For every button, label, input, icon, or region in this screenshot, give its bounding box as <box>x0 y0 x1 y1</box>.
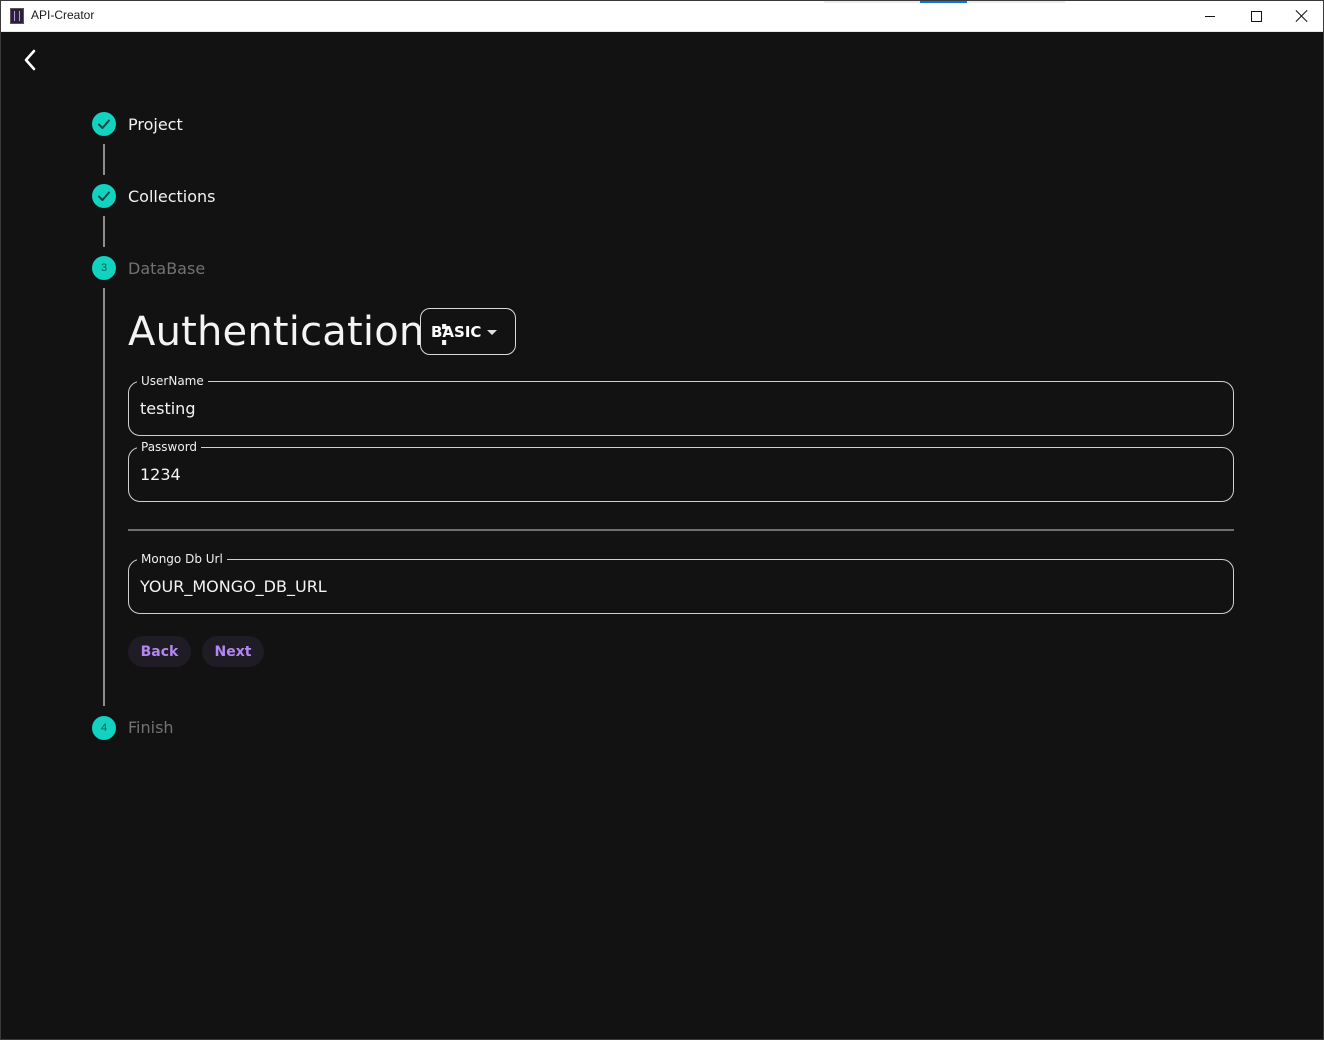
next-button[interactable]: Next <box>202 636 264 667</box>
auth-type-dropdown[interactable]: BASIC <box>420 308 516 355</box>
check-icon <box>98 191 110 201</box>
step-4-indicator[interactable]: 4 <box>92 716 116 740</box>
auth-type-value: BASIC <box>431 322 482 341</box>
back-button[interactable]: Back <box>128 636 191 667</box>
app-icon <box>10 8 24 24</box>
mongo-url-field[interactable]: Mongo Db Url <box>128 551 1234 614</box>
step-3-indicator[interactable]: 3 <box>92 256 116 280</box>
step-1-label[interactable]: Project <box>128 115 183 134</box>
titlebar-accent <box>920 1 967 3</box>
step-connector <box>103 216 105 247</box>
step-4-label[interactable]: Finish <box>128 718 174 737</box>
section-divider <box>128 529 1234 531</box>
authentication-heading: Authentication : <box>128 309 452 355</box>
check-icon <box>98 119 110 129</box>
step-connector <box>103 144 105 175</box>
step-1-indicator[interactable] <box>92 112 116 136</box>
minimize-icon <box>1205 15 1215 17</box>
close-button[interactable] <box>1279 1 1324 31</box>
username-input[interactable] <box>140 382 1220 435</box>
minimize-button[interactable] <box>1187 1 1233 31</box>
titlebar-tab-shade <box>824 1 920 3</box>
step-2-label[interactable]: Collections <box>128 187 215 206</box>
password-field[interactable]: Password <box>128 439 1234 502</box>
step-3-label[interactable]: DataBase <box>128 259 205 278</box>
titlebar-tab-shade <box>967 1 1065 3</box>
chevron-left-icon <box>24 49 36 71</box>
step-2-indicator[interactable] <box>92 184 116 208</box>
back-nav-button[interactable] <box>19 47 43 73</box>
maximize-icon <box>1250 10 1262 22</box>
app-window: API-Creator Project Collections 3 DataBa… <box>0 0 1324 1040</box>
window-title: API-Creator <box>31 8 95 22</box>
mongo-url-input[interactable] <box>140 560 1220 613</box>
password-input[interactable] <box>140 448 1220 501</box>
step-connector <box>103 288 105 706</box>
close-icon <box>1296 10 1308 22</box>
maximize-button[interactable] <box>1233 1 1279 31</box>
username-field[interactable]: UserName <box>128 373 1234 436</box>
dropdown-caret-icon <box>487 330 497 335</box>
title-bar: API-Creator <box>1 1 1323 32</box>
